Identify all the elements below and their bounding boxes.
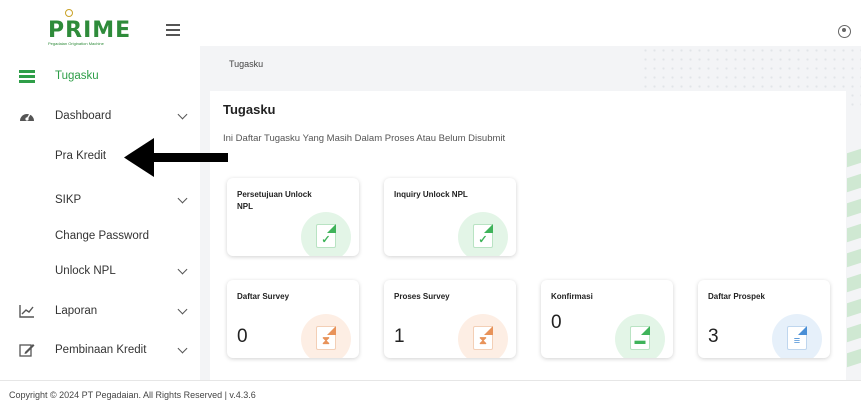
logo-text: PRIME [48, 18, 132, 43]
breadcrumb: Tugasku [229, 59, 264, 69]
sidebar-item-label: Pembinaan Kredit [55, 344, 147, 356]
card-title: Daftar Survey [237, 292, 290, 301]
card-count: 1 [394, 326, 405, 347]
hourglass-document-icon: ⧗ [301, 314, 351, 358]
menu-toggle-icon[interactable] [166, 24, 180, 36]
speedometer-icon [19, 109, 35, 123]
sidebar-item-label: Dashboard [55, 110, 112, 122]
main-content: Tugasku Tugasku Ini Daftar Tugasku Yang … [200, 46, 861, 380]
list-document-icon: ≡ [772, 314, 822, 358]
decorative-stripe [847, 273, 861, 293]
decorative-stripe [847, 298, 861, 318]
tugasku-panel: Tugasku Ini Daftar Tugasku Yang Masih Da… [210, 91, 846, 380]
card-daftar-prospek[interactable]: Daftar Prospek 3 ≡ [698, 280, 830, 358]
card-title: Konfirmasi [551, 292, 593, 301]
copyright-text: Copyright © 2024 PT Pegadaian. All Right… [9, 390, 256, 400]
card-count: 0 [237, 326, 248, 347]
list-icon [19, 69, 35, 83]
user-account-icon[interactable] [838, 25, 851, 38]
hourglass-document-icon: ⧗ [458, 314, 508, 358]
decorative-stripe [847, 248, 861, 268]
sidebar-item-label: Tugasku [55, 70, 99, 82]
card-title: Inquiry Unlock NPL [394, 190, 468, 199]
card-daftar-survey[interactable]: Daftar Survey 0 ⧗ [227, 280, 359, 358]
page-title: Tugasku [223, 102, 276, 117]
chart-line-icon [19, 304, 35, 318]
check-document-icon: ✓ [301, 212, 351, 256]
sidebar-item-label: Unlock NPL [55, 265, 116, 277]
sidebar-item-laporan[interactable]: Laporan [0, 296, 200, 326]
decorative-stripe [847, 148, 861, 168]
chevron-down-icon [177, 109, 188, 119]
card-title: Proses Survey [394, 292, 450, 301]
sidebar-item-label: Change Password [55, 230, 149, 242]
decorative-stripe [847, 223, 861, 243]
decorative-stripe [847, 348, 861, 368]
card-proses-survey[interactable]: Proses Survey 1 ⧗ [384, 280, 516, 358]
sidebar-item-tugasku[interactable]: Tugasku [0, 61, 200, 91]
app-root: PRIME Pegadaian Origination Machine Tuga… [0, 0, 861, 405]
card-title: Daftar Prospek [708, 292, 765, 301]
logo-subtitle: Pegadaian Origination Machine [48, 41, 104, 46]
sidebar-item-sikp[interactable]: SIKP [0, 185, 200, 215]
decorative-stripe [847, 198, 861, 218]
sidebar-item-unlock-npl[interactable]: Unlock NPL [0, 256, 200, 286]
card-count: 0 [551, 312, 562, 333]
edit-icon [19, 343, 35, 357]
sidebar-item-dashboard[interactable]: Dashboard [0, 101, 200, 131]
sidebar-item-label: Laporan [55, 305, 98, 317]
sidebar-item-pembinaan-kredit[interactable]: Pembinaan Kredit [0, 335, 200, 365]
decorative-stripe [847, 323, 861, 343]
sidebar: PRIME Pegadaian Origination Machine Tuga… [0, 0, 200, 380]
page-subtitle: Ini Daftar Tugasku Yang Masih Dalam Pros… [223, 133, 506, 144]
chevron-down-icon [177, 304, 188, 314]
card-persetujuan-unlock-npl[interactable]: Persetujuan Unlock NPL ✓ [227, 178, 359, 256]
decorative-stripe [847, 173, 861, 193]
card-title: Persetujuan Unlock NPL [237, 190, 312, 211]
message-document-icon: ▬ [615, 314, 665, 358]
logo-sun-icon [65, 9, 73, 17]
check-document-icon: ✓ [458, 212, 508, 256]
sidebar-item-label: Pra Kredit [55, 150, 107, 162]
sidebar-item-label: SIKP [55, 194, 82, 206]
chevron-down-icon [177, 343, 188, 353]
card-count: 3 [708, 326, 719, 347]
annotation-arrow-icon [124, 138, 228, 177]
card-konfirmasi[interactable]: Konfirmasi 0 ▬ [541, 280, 673, 358]
footer: Copyright © 2024 PT Pegadaian. All Right… [0, 380, 861, 405]
card-inquiry-unlock-npl[interactable]: Inquiry Unlock NPL ✓ [384, 178, 516, 256]
chevron-down-icon [177, 193, 188, 203]
top-bar [200, 0, 861, 46]
prime-logo[interactable]: PRIME Pegadaian Origination Machine [44, 6, 144, 46]
sidebar-item-change-password[interactable]: Change Password [0, 221, 200, 251]
chevron-down-icon [177, 264, 188, 274]
